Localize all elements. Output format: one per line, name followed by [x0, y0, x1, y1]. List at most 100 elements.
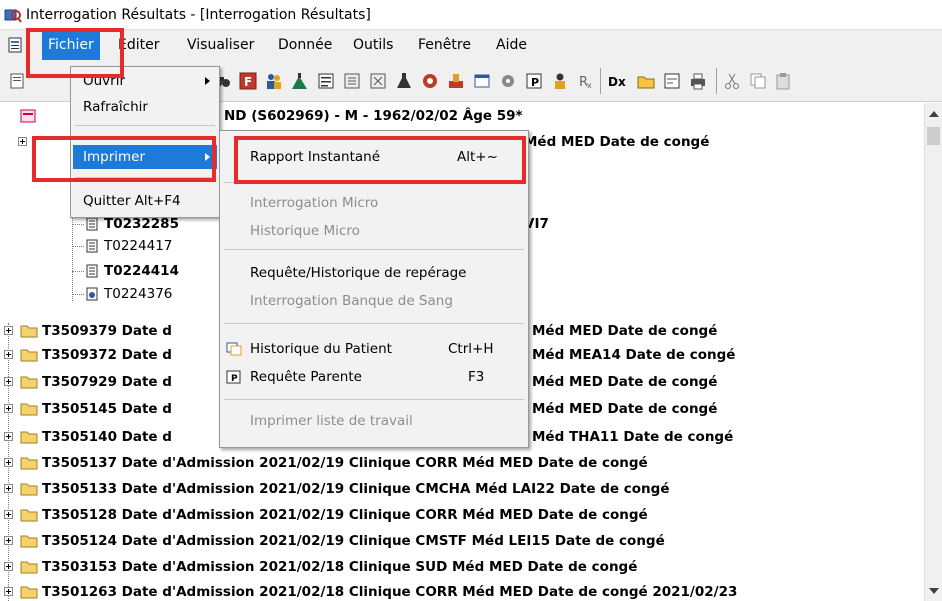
document-icon[interactable]: [8, 37, 22, 53]
folder-icon: [20, 561, 38, 574]
menu-bar: Fichier Éditer Visualiser Donnée Outils …: [0, 30, 942, 60]
report-id: T0224417: [104, 238, 173, 254]
app-icon: [4, 9, 22, 23]
scissors-icon[interactable]: [722, 71, 742, 91]
row-tail: Méd MED Date de congé: [524, 134, 710, 150]
folder-icon: [20, 535, 38, 548]
red-f-icon[interactable]: F: [238, 71, 258, 91]
folder-open-icon[interactable]: [636, 71, 656, 91]
tree-icon[interactable]: [342, 71, 362, 91]
svg-text:F: F: [244, 75, 252, 89]
expand-toggle[interactable]: [4, 536, 13, 545]
scroll-up-icon[interactable]: [929, 111, 939, 117]
file-menu: Ouvrir Rafraîchir Imprimer Quitter Alt+F…: [70, 66, 220, 218]
menu-item-label: Requête Parente: [250, 369, 362, 385]
menu-editer[interactable]: Éditer: [112, 30, 165, 60]
row-text: T3501263 Date d'Admission 2021/02/18 Cli…: [42, 584, 738, 600]
menu-separator: [224, 323, 524, 324]
bracket-p-icon[interactable]: P: [524, 71, 544, 91]
folder-icon: [20, 325, 38, 338]
expand-toggle[interactable]: [4, 458, 13, 467]
collapse-toggle[interactable]: [18, 137, 27, 146]
expand-toggle[interactable]: [4, 350, 13, 359]
menu-item-imprimer-liste: Imprimer liste de travail: [222, 409, 526, 433]
stamp-icon[interactable]: [446, 71, 466, 91]
expand-toggle[interactable]: [4, 326, 13, 335]
menu-separator: [224, 399, 524, 400]
gear-icon[interactable]: [498, 71, 518, 91]
menu-item-imprimer[interactable]: Imprimer: [73, 145, 217, 169]
paste-icon[interactable]: [774, 71, 794, 91]
tree-row[interactable]: T3503153 Date d'Admission 2021/02/18 Cli…: [0, 556, 924, 578]
list-icon[interactable]: [316, 71, 336, 91]
expand-toggle[interactable]: [4, 562, 13, 571]
report-icon: [86, 239, 98, 253]
menu-outils[interactable]: Outils: [347, 30, 399, 60]
menu-item-quitter[interactable]: Quitter Alt+F4: [73, 189, 217, 213]
menu-separator: [75, 125, 215, 126]
tree-row[interactable]: T3505137 Date d'Admission 2021/02/19 Cli…: [0, 452, 924, 474]
menu-aide[interactable]: Aide: [490, 30, 533, 60]
report-item[interactable]: T0224417: [0, 235, 220, 257]
row-id: T3509372 Date d: [42, 347, 172, 363]
window-icon[interactable]: [472, 71, 492, 91]
row-text: T3503153 Date d'Admission 2021/02/18 Cli…: [42, 559, 638, 575]
title-bar: Interrogation Résultats - [Interrogation…: [0, 0, 942, 30]
menu-item-interrogation-micro: Interrogation Micro: [222, 191, 526, 215]
report-item[interactable]: T0224414: [0, 260, 220, 282]
vertical-scrollbar[interactable]: [924, 103, 942, 601]
copy-icon[interactable]: [748, 71, 768, 91]
menu-item-historique-patient[interactable]: Historique du Patient Ctrl+H: [222, 337, 526, 361]
expand-toggle[interactable]: [4, 510, 13, 519]
scroll-down-icon[interactable]: [929, 588, 939, 594]
tree-row[interactable]: T3505124 Date d'Admission 2021/02/19 Cli…: [0, 530, 924, 552]
print-icon[interactable]: [8, 71, 28, 91]
menu-item-ouvrir[interactable]: Ouvrir: [73, 69, 217, 93]
bio-icon[interactable]: [420, 71, 440, 91]
flask-icon[interactable]: [394, 71, 414, 91]
tree-row[interactable]: T3505133 Date d'Admission 2021/02/19 Cli…: [0, 478, 924, 500]
menu-separator: [224, 182, 524, 183]
menu-item-requete-historique[interactable]: Requête/Historique de repérage: [222, 261, 526, 285]
expand-toggle[interactable]: [4, 587, 13, 596]
report-item[interactable]: T0224376: [0, 283, 220, 305]
folder-icon: [20, 457, 38, 470]
person-icon[interactable]: [550, 71, 570, 91]
menu-separator: [224, 249, 524, 250]
submenu-arrow-icon: [205, 153, 210, 161]
expand-toggle[interactable]: [4, 432, 13, 441]
printer-icon[interactable]: [688, 71, 708, 91]
patient-history-icon: [226, 342, 242, 356]
menu-fichier[interactable]: Fichier: [42, 30, 100, 60]
folder-icon: [20, 349, 38, 362]
expand-toggle[interactable]: [4, 484, 13, 493]
rx-icon[interactable]: Rx: [576, 71, 596, 91]
folder-icon: [20, 586, 38, 599]
scroll-thumb[interactable]: [927, 127, 940, 145]
folder-icon: [20, 403, 38, 416]
menu-visualiser[interactable]: Visualiser: [181, 30, 260, 60]
row-tail: Méd MEA14 Date de congé: [532, 347, 736, 363]
svg-text:P: P: [231, 374, 238, 384]
expand-toggle[interactable]: [4, 404, 13, 413]
folder-icon: [20, 509, 38, 522]
menu-item-label: Historique du Patient: [250, 341, 392, 357]
tree-row[interactable]: T3505128 Date d'Admission 2021/02/19 Cli…: [0, 504, 924, 526]
menu-fenetre[interactable]: Fenêtre: [412, 30, 477, 60]
menu-donnee[interactable]: Donnée: [272, 30, 338, 60]
patient-header: ND (S602969) - M - 1962/02/02 Âge 59*: [224, 108, 523, 124]
svg-text:Dx: Dx: [608, 75, 626, 89]
menu-item-label: Imprimer liste de travail: [250, 413, 413, 429]
toolbar-separator: [716, 68, 717, 94]
menu-item-rapport-instantane[interactable]: Rapport Instantané Alt+~: [222, 145, 526, 169]
menu-item-requete-parente[interactable]: P Requête Parente F3: [222, 365, 526, 389]
menu-item-rafraichir[interactable]: Rafraîchir: [73, 95, 217, 119]
tree-alt-icon[interactable]: [368, 71, 388, 91]
expand-toggle[interactable]: [4, 377, 13, 386]
form-icon[interactable]: [662, 71, 682, 91]
people-icon[interactable]: [264, 71, 284, 91]
tree-row[interactable]: T3501263 Date d'Admission 2021/02/18 Cli…: [0, 581, 924, 601]
mountain-icon[interactable]: [290, 71, 310, 91]
dx-icon[interactable]: Dx: [606, 71, 632, 91]
submenu-arrow-icon: [205, 77, 210, 85]
